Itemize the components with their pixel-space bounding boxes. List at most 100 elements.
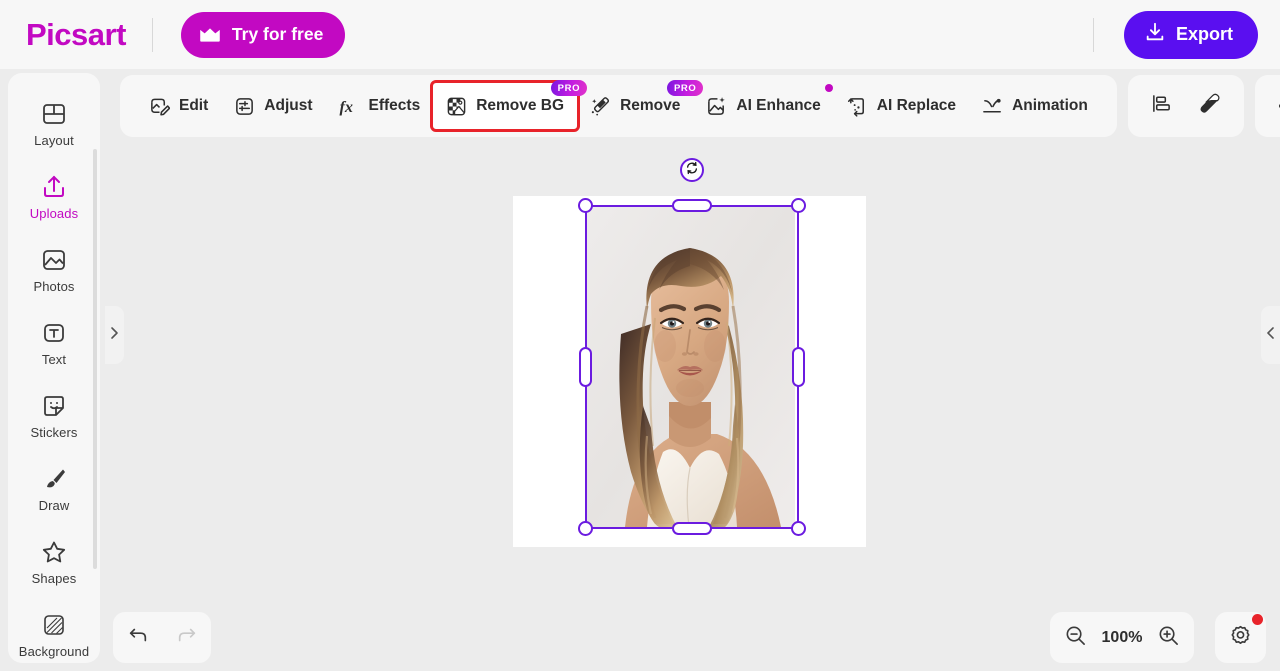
resize-handle-bottom-right[interactable] <box>791 521 806 536</box>
resize-handle-top-left[interactable] <box>578 198 593 213</box>
tool-label-remove: Remove <box>620 97 680 115</box>
top-toolbar: Edit Adjust fx Effects <box>120 75 1117 137</box>
resize-handle-top-middle[interactable] <box>672 199 712 212</box>
edit-icon <box>149 96 170 117</box>
ai-enhance-icon <box>706 96 727 117</box>
more-button[interactable] <box>1269 86 1280 126</box>
eraser-wand-icon <box>590 96 611 117</box>
rotate-icon <box>685 161 699 180</box>
zoom-out-button[interactable] <box>1064 624 1087 652</box>
tool-adjust[interactable]: Adjust <box>221 83 325 129</box>
sidebar-item-background[interactable]: Background <box>8 598 100 663</box>
resize-handle-top-right[interactable] <box>791 198 806 213</box>
tool-label-effects: Effects <box>369 97 421 115</box>
sidebar-label-text: Text <box>42 352 66 367</box>
picsart-editor-window: Picsart Try for free Export <box>0 0 1280 671</box>
tool-label-edit: Edit <box>179 97 208 115</box>
remove-bg-icon <box>446 96 467 117</box>
sidebar-item-layout[interactable]: Layout <box>8 87 100 160</box>
sidebar-label-stickers: Stickers <box>30 425 77 440</box>
ai-replace-icon <box>847 96 868 117</box>
photo-icon <box>40 246 68 274</box>
left-sidebar: Layout Uploads Photos <box>8 73 100 663</box>
toolbar-secondary-group <box>1128 75 1244 137</box>
sidebar-label-layout: Layout <box>34 133 74 148</box>
header-divider-right <box>1093 18 1094 52</box>
star-icon <box>40 538 68 566</box>
tool-ai-enhance[interactable]: AI Enhance <box>693 83 833 129</box>
tool-remove-bg[interactable]: Remove BG PRO <box>433 83 577 129</box>
tool-effects[interactable]: fx Effects <box>326 83 434 129</box>
upload-icon <box>40 173 68 201</box>
tool-remove[interactable]: Remove PRO <box>577 83 693 129</box>
selection-frame[interactable] <box>585 205 799 529</box>
app-header: Picsart Try for free Export <box>0 0 1280 69</box>
zoom-out-icon <box>1064 624 1087 652</box>
gear-icon <box>1229 624 1252 652</box>
tool-label-remove-bg: Remove BG <box>476 97 564 115</box>
zoom-in-icon <box>1157 624 1180 652</box>
resize-handle-bottom-middle[interactable] <box>672 522 712 535</box>
settings-notification-dot <box>1252 614 1263 625</box>
tool-label-adjust: Adjust <box>264 97 312 115</box>
chevron-left-icon <box>1265 326 1276 345</box>
tool-label-ai-replace: AI Replace <box>877 97 956 115</box>
align-button[interactable] <box>1142 86 1182 126</box>
tool-label-ai-enhance: AI Enhance <box>736 97 820 115</box>
sidebar-label-shapes: Shapes <box>32 571 77 586</box>
adjust-icon <box>234 96 255 117</box>
sidebar-label-background: Background <box>19 644 89 659</box>
svg-text:fx: fx <box>339 98 353 116</box>
undo-button[interactable] <box>127 624 149 651</box>
resize-handle-left-middle[interactable] <box>579 347 592 387</box>
tool-animation[interactable]: Animation <box>969 83 1101 129</box>
zoom-level-value: 100% <box>1100 629 1144 647</box>
sidebar-scrollbar[interactable] <box>93 149 97 569</box>
sidebar-label-uploads: Uploads <box>30 206 78 221</box>
sidebar-item-uploads[interactable]: Uploads <box>8 160 100 233</box>
eraser-button[interactable] <box>1190 86 1230 126</box>
resize-handle-right-middle[interactable] <box>792 347 805 387</box>
sidebar-item-photos[interactable]: Photos <box>8 233 100 306</box>
sidebar-label-photos: Photos <box>33 279 74 294</box>
sidebar-item-draw[interactable]: Draw <box>8 452 100 525</box>
zoom-controls: 100% <box>1050 612 1194 663</box>
try-for-free-label: Try for free <box>232 24 323 45</box>
header-divider <box>152 18 153 52</box>
brush-icon <box>40 465 68 493</box>
try-for-free-button[interactable]: Try for free <box>181 12 345 58</box>
layout-icon <box>40 100 68 128</box>
undo-icon <box>127 624 149 651</box>
align-icon <box>1151 93 1172 119</box>
sidebar-item-shapes[interactable]: Shapes <box>8 525 100 598</box>
background-icon <box>40 611 68 639</box>
redo-button[interactable] <box>176 624 198 651</box>
tool-label-animation: Animation <box>1012 97 1088 115</box>
export-label: Export <box>1176 24 1233 45</box>
zoom-in-button[interactable] <box>1157 624 1180 652</box>
toolbar-more-group <box>1255 75 1280 137</box>
redo-icon <box>176 624 198 651</box>
export-button[interactable]: Export <box>1124 11 1258 59</box>
eraser-icon <box>1199 93 1220 119</box>
picsart-logo[interactable]: Picsart <box>26 17 126 53</box>
sidebar-item-text[interactable]: Text <box>8 306 100 379</box>
canvas-area[interactable] <box>108 143 1262 603</box>
sidebar-item-stickers[interactable]: Stickers <box>8 379 100 452</box>
download-icon <box>1144 21 1166 48</box>
history-controls <box>113 612 211 663</box>
animation-icon <box>982 96 1003 117</box>
sticker-icon <box>40 392 68 420</box>
text-icon <box>40 319 68 347</box>
effects-fx-icon: fx <box>339 96 360 117</box>
right-panel-toggle[interactable] <box>1261 306 1280 364</box>
rotate-handle[interactable] <box>680 158 704 182</box>
top-toolbar-wrapper: Edit Adjust fx Effects <box>120 75 1280 137</box>
resize-handle-bottom-left[interactable] <box>578 521 593 536</box>
tool-edit[interactable]: Edit <box>136 83 221 129</box>
tool-ai-replace[interactable]: AI Replace <box>834 83 969 129</box>
crown-icon <box>199 27 221 43</box>
sidebar-label-draw: Draw <box>39 498 70 513</box>
settings-button[interactable] <box>1215 612 1266 663</box>
notification-dot-ai-enhance <box>825 84 833 92</box>
